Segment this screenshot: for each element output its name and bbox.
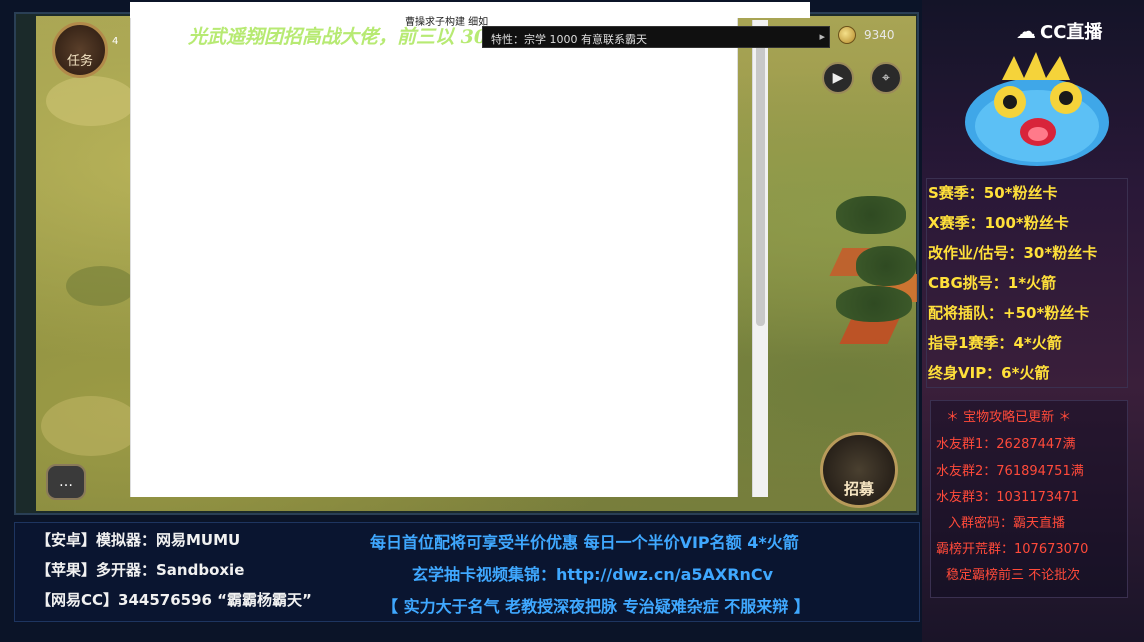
price-line: 改作业/估号：30*粉丝卡 — [928, 244, 1098, 262]
info-line: 入群密码：霸天直播 — [948, 516, 1066, 531]
task-button[interactable]: 任务 — [52, 22, 108, 78]
forest-patch — [856, 246, 916, 286]
recruit-label: 招募 — [843, 480, 874, 498]
cc-id-info: 【网易CC】344576596 “霸霸杨霸天” — [36, 591, 312, 609]
mascot-image — [965, 52, 1109, 166]
price-line: 终身VIP：6*火箭 — [928, 364, 1050, 382]
price-line: CBG挑号：1*火箭 — [928, 274, 1057, 292]
tooltip-text: 特性：宗学 1000 有意联系霸天 — [491, 33, 647, 46]
logo-text: CC直播 — [1040, 22, 1103, 43]
recruit-button[interactable]: 招募 — [820, 432, 898, 508]
promo-line: 每日首位配将可享受半价优惠 每日一个半价VIP名额 4*火箭 — [370, 533, 799, 552]
price-line: S赛季：50*粉丝卡 — [928, 184, 1058, 202]
apple-info: 【苹果】多开器：Sandboxie — [36, 561, 245, 579]
scrollbar-thumb[interactable] — [756, 26, 765, 326]
play-icon: ▶ — [832, 70, 844, 86]
chat-icon: … — [59, 474, 73, 490]
play-button[interactable]: ▶ — [822, 62, 854, 94]
price-line: 配将插队：+50*粉丝卡 — [928, 304, 1090, 322]
info-line: 水友群1：26287447满 — [936, 437, 1076, 452]
location-button[interactable]: ⌖ — [870, 62, 902, 94]
info-title: ＊ 宝物攻略已更新 ＊ — [946, 410, 1072, 425]
android-info: 【安卓】模拟器：网易MUMU — [36, 531, 241, 549]
coin-counter: 9340 — [838, 24, 895, 46]
price-line: X赛季：100*粉丝卡 — [928, 214, 1069, 232]
chevron-right-icon[interactable]: ▸ — [819, 30, 825, 43]
coin-value: 9340 — [864, 28, 895, 42]
price-line: 指导1赛季：4*火箭 — [928, 334, 1062, 352]
info-line: 水友群2：761894751满 — [936, 464, 1084, 479]
panel-scrollbar[interactable] — [752, 20, 768, 497]
terrain-patch — [41, 396, 141, 456]
web-panel[interactable] — [130, 4, 738, 497]
tooltip-bar[interactable]: 特性：宗学 1000 有意联系霸天 ▸ — [482, 26, 830, 48]
slogan-line: 【 实力大于名气 老教授深夜把脉 专治疑难杂症 不服来辩 】 — [382, 597, 810, 616]
chat-button[interactable]: … — [46, 464, 86, 500]
coin-icon — [838, 26, 856, 44]
info-line: 稳定霸榜前三 不论批次 — [946, 568, 1081, 583]
location-pin-icon: ⌖ — [882, 70, 890, 86]
forest-patch — [836, 286, 912, 322]
task-level: 4 — [112, 36, 119, 47]
forest-patch — [836, 196, 906, 234]
cc-live-logo: ☁ CC直播 — [1016, 18, 1102, 44]
video-link[interactable]: 玄学抽卡视频集锦：http://dwz.cn/a5AXRnCv — [412, 561, 773, 585]
terrain-patch — [66, 266, 136, 306]
cloud-icon: ☁ — [1016, 19, 1036, 43]
task-label: 任务 — [66, 54, 93, 69]
terrain-patch — [46, 76, 136, 126]
info-line: 霸榜开荒群：107673070 — [936, 542, 1089, 557]
info-line: 水友群3：1031173471 — [936, 490, 1079, 505]
